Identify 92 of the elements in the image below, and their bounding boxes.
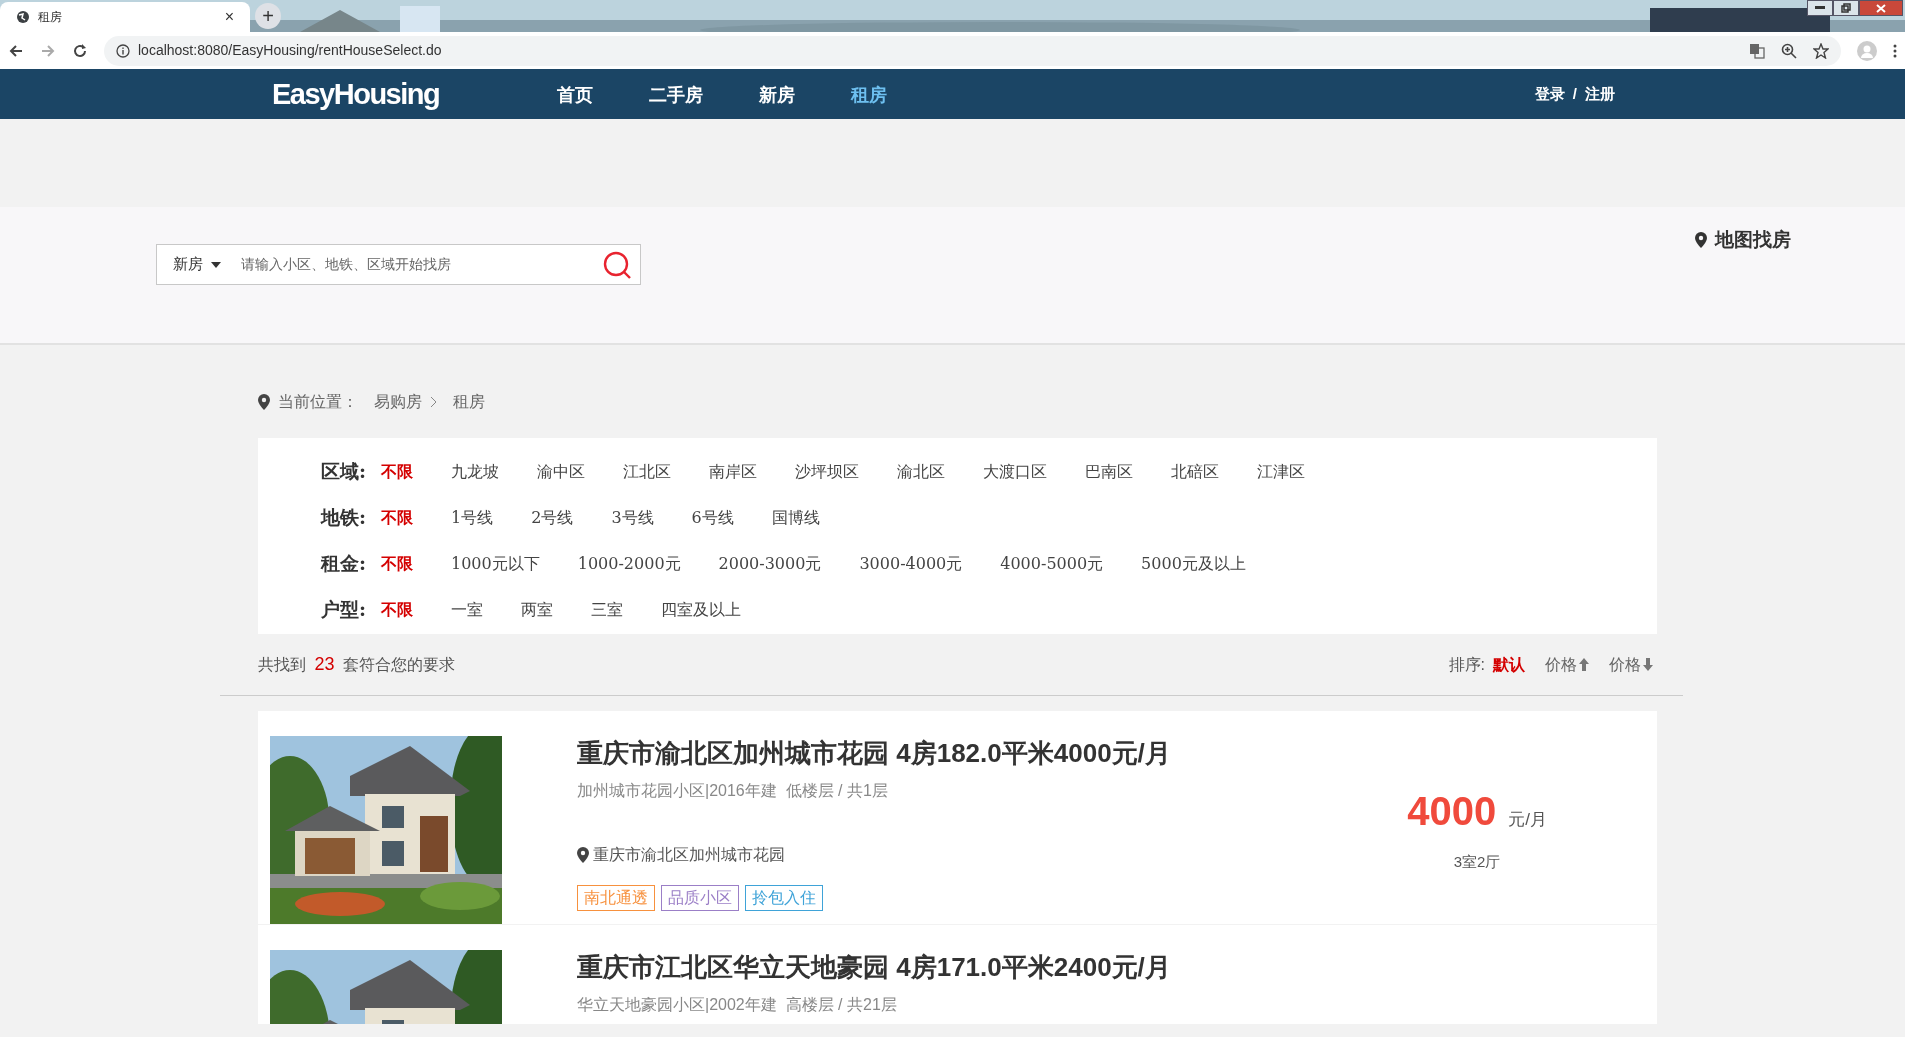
filter-option[interactable]: 北碚区 [1171,459,1219,484]
star-icon[interactable] [1813,42,1829,59]
filter-option[interactable]: 1000元以下 [451,551,540,576]
translate-icon[interactable] [1749,42,1765,59]
listing-card[interactable]: 重庆市渝北区加州城市花园 4房182.0平米4000元/月 加州城市花园小区|2016年建 低楼层 / 共1层 重庆市渝北区加州城市花园 南北通透 品质小区 拎包入住 4000 元/月 3室2厅 [258,711,1657,924]
map-search-link[interactable]: 地图找房 [1695,226,1791,255]
filter-option[interactable]: 渝中区 [537,459,585,484]
filter-option[interactable]: 不限 [381,597,413,622]
feature-tag: 品质小区 [661,885,739,911]
listing-price: 4000 [1407,791,1497,831]
filter-option[interactable]: 国博线 [771,505,820,530]
listing-address: 重庆市渝北区加州城市花园 [593,845,785,865]
minimize-button[interactable] [1807,0,1833,16]
location-icon [1695,232,1707,249]
location-icon [258,394,270,410]
filter-label: 户型: [321,597,367,623]
sort-option[interactable]: 价格 [1609,652,1653,677]
filter-option[interactable]: 沙坪坝区 [795,459,859,484]
filter-option[interactable]: 5000元及以上 [1141,551,1246,576]
feature-tag: 南北通透 [577,885,655,911]
breadcrumb-link[interactable]: 易购房 [374,390,422,414]
nav-link[interactable]: 首页 [557,80,594,108]
search-bar[interactable]: 新房 请输入小区、地铁、区域开始找房 [156,244,641,285]
feature-tag: 拎包入住 [745,885,823,911]
listing-card[interactable]: 重庆市江北区华立天地豪园 4房171.0平米2400元/月 华立天地豪园小区|2002年建 高楼层 / 共21层 [258,925,1657,1024]
listing-subtitle: 加州城市花园小区|2016年建 低楼层 / 共1层 [577,781,889,801]
menu-icon[interactable] [1893,43,1897,58]
filter-option[interactable]: 不限 [381,459,413,484]
back-icon[interactable] [8,42,24,59]
chevron-icon [430,396,437,408]
address-bar[interactable]: localhost:8080/EasyHousing/rentHouseSelect.do [104,35,1841,66]
arrow-up-icon [1579,658,1589,671]
register-link[interactable]: 注册 [1585,82,1615,106]
sort-label: 排序: [1448,654,1485,675]
room-layout: 3室2厅 [1453,851,1501,872]
sort-option[interactable]: 默认 [1493,652,1525,677]
filter-option[interactable]: 四室及以上 [661,597,741,622]
filter-option[interactable]: 4000-5000元 [1000,551,1104,576]
search-type-dropdown[interactable]: 新房 [157,253,241,276]
maximize-button[interactable] [1833,0,1859,16]
filter-option[interactable]: 1000-2000元 [577,551,681,576]
location-icon [577,847,589,863]
filter-option[interactable]: 江北区 [623,459,671,484]
sort-option[interactable]: 价格 [1545,652,1589,677]
filter-option[interactable]: 不限 [381,505,413,530]
nav-link[interactable]: 租房 [851,80,888,108]
filter-option[interactable]: 两室 [521,597,553,622]
arrow-down-icon [1643,658,1653,671]
zoom-icon[interactable] [1781,42,1797,59]
filter-option[interactable]: 6号线 [691,505,734,530]
nav-link[interactable]: 新房 [759,80,796,108]
filter-option[interactable]: 3号线 [611,505,654,530]
caret-icon [211,261,221,268]
site-logo[interactable]: EasyHousing [272,76,440,112]
listing-subtitle: 华立天地豪园小区|2002年建 高楼层 / 共21层 [577,995,898,1015]
tab-title: 租房 [38,9,63,26]
filter-option[interactable]: 1号线 [451,505,494,530]
listing-title[interactable]: 重庆市渝北区加州城市花园 4房182.0平米4000元/月 [577,736,1357,770]
breadcrumb-label: 当前位置： [278,392,358,412]
filter-option[interactable]: 三室 [591,597,623,622]
minimize-icon [1815,6,1825,10]
filter-option[interactable]: 大渡口区 [983,459,1047,484]
filter-option[interactable]: 3000-4000元 [859,551,963,576]
results-text: 共找到 23 套符合您的要求 [258,653,455,676]
tab-close-button[interactable]: × [224,9,234,25]
filter-option[interactable]: 九龙坡 [451,459,499,484]
close-button[interactable] [1859,0,1903,16]
listing-title[interactable]: 重庆市江北区华立天地豪园 4房171.0平米2400元/月 [577,950,1657,984]
search-icon[interactable] [602,249,632,280]
filter-option[interactable]: 不限 [381,551,413,576]
reload-icon[interactable] [72,42,88,59]
filter-option[interactable]: 巴南区 [1085,459,1133,484]
filter-option[interactable]: 2000-3000元 [718,551,822,576]
separator: / [1572,83,1577,104]
breadcrumb-link[interactable]: 租房 [453,390,485,414]
globe-icon [16,10,30,24]
url-text: localhost:8080/EasyHousing/rentHouseSelect.do [138,41,443,60]
filter-label: 租金: [321,551,367,577]
filter-label: 地铁: [321,505,367,531]
close-icon [1876,3,1886,13]
info-icon[interactable] [116,43,130,58]
price-unit: 元/月 [1508,809,1547,831]
filter-label: 区域: [321,459,367,485]
filter-option[interactable]: 江津区 [1257,459,1305,484]
browser-tab[interactable]: 租房 × [0,2,250,32]
filter-option[interactable]: 南岸区 [709,459,757,484]
filter-option[interactable]: 渝北区 [897,459,945,484]
filter-option[interactable]: 2号线 [531,505,574,530]
login-link[interactable]: 登录 [1534,82,1565,106]
restore-icon [1841,3,1851,13]
filter-option[interactable]: 一室 [451,597,483,622]
nav-link[interactable]: 二手房 [649,80,704,108]
